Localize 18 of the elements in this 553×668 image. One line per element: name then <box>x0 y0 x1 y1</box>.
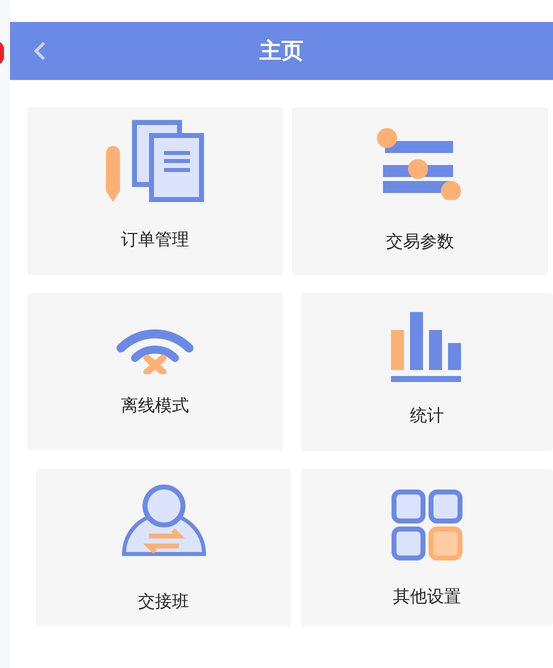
page-title: 主页 <box>260 38 304 66</box>
chevron-left-icon <box>34 41 46 61</box>
documents-pencil-icon <box>106 120 204 202</box>
menu-tile[interactable]: 离线模式 <box>27 293 283 450</box>
tile-label: 其他设置 <box>393 586 461 609</box>
tile-label: 统计 <box>410 405 444 428</box>
sliders-icon <box>377 128 463 200</box>
tile-label: 订单管理 <box>121 229 189 252</box>
menu-tile[interactable]: 统计 <box>301 293 553 451</box>
menu-tile[interactable]: 订单管理 <box>27 107 283 275</box>
tile-label: 离线模式 <box>121 395 189 418</box>
tile-label: 交接班 <box>138 591 189 614</box>
tile-label: 交易参数 <box>386 231 454 254</box>
menu-tile[interactable]: 交易参数 <box>292 107 548 275</box>
menu-tile[interactable]: 交接班 <box>36 469 291 626</box>
grid-icon <box>391 489 463 561</box>
menu-tile[interactable]: 其他设置 <box>301 469 553 626</box>
bar-chart-icon <box>391 312 463 384</box>
